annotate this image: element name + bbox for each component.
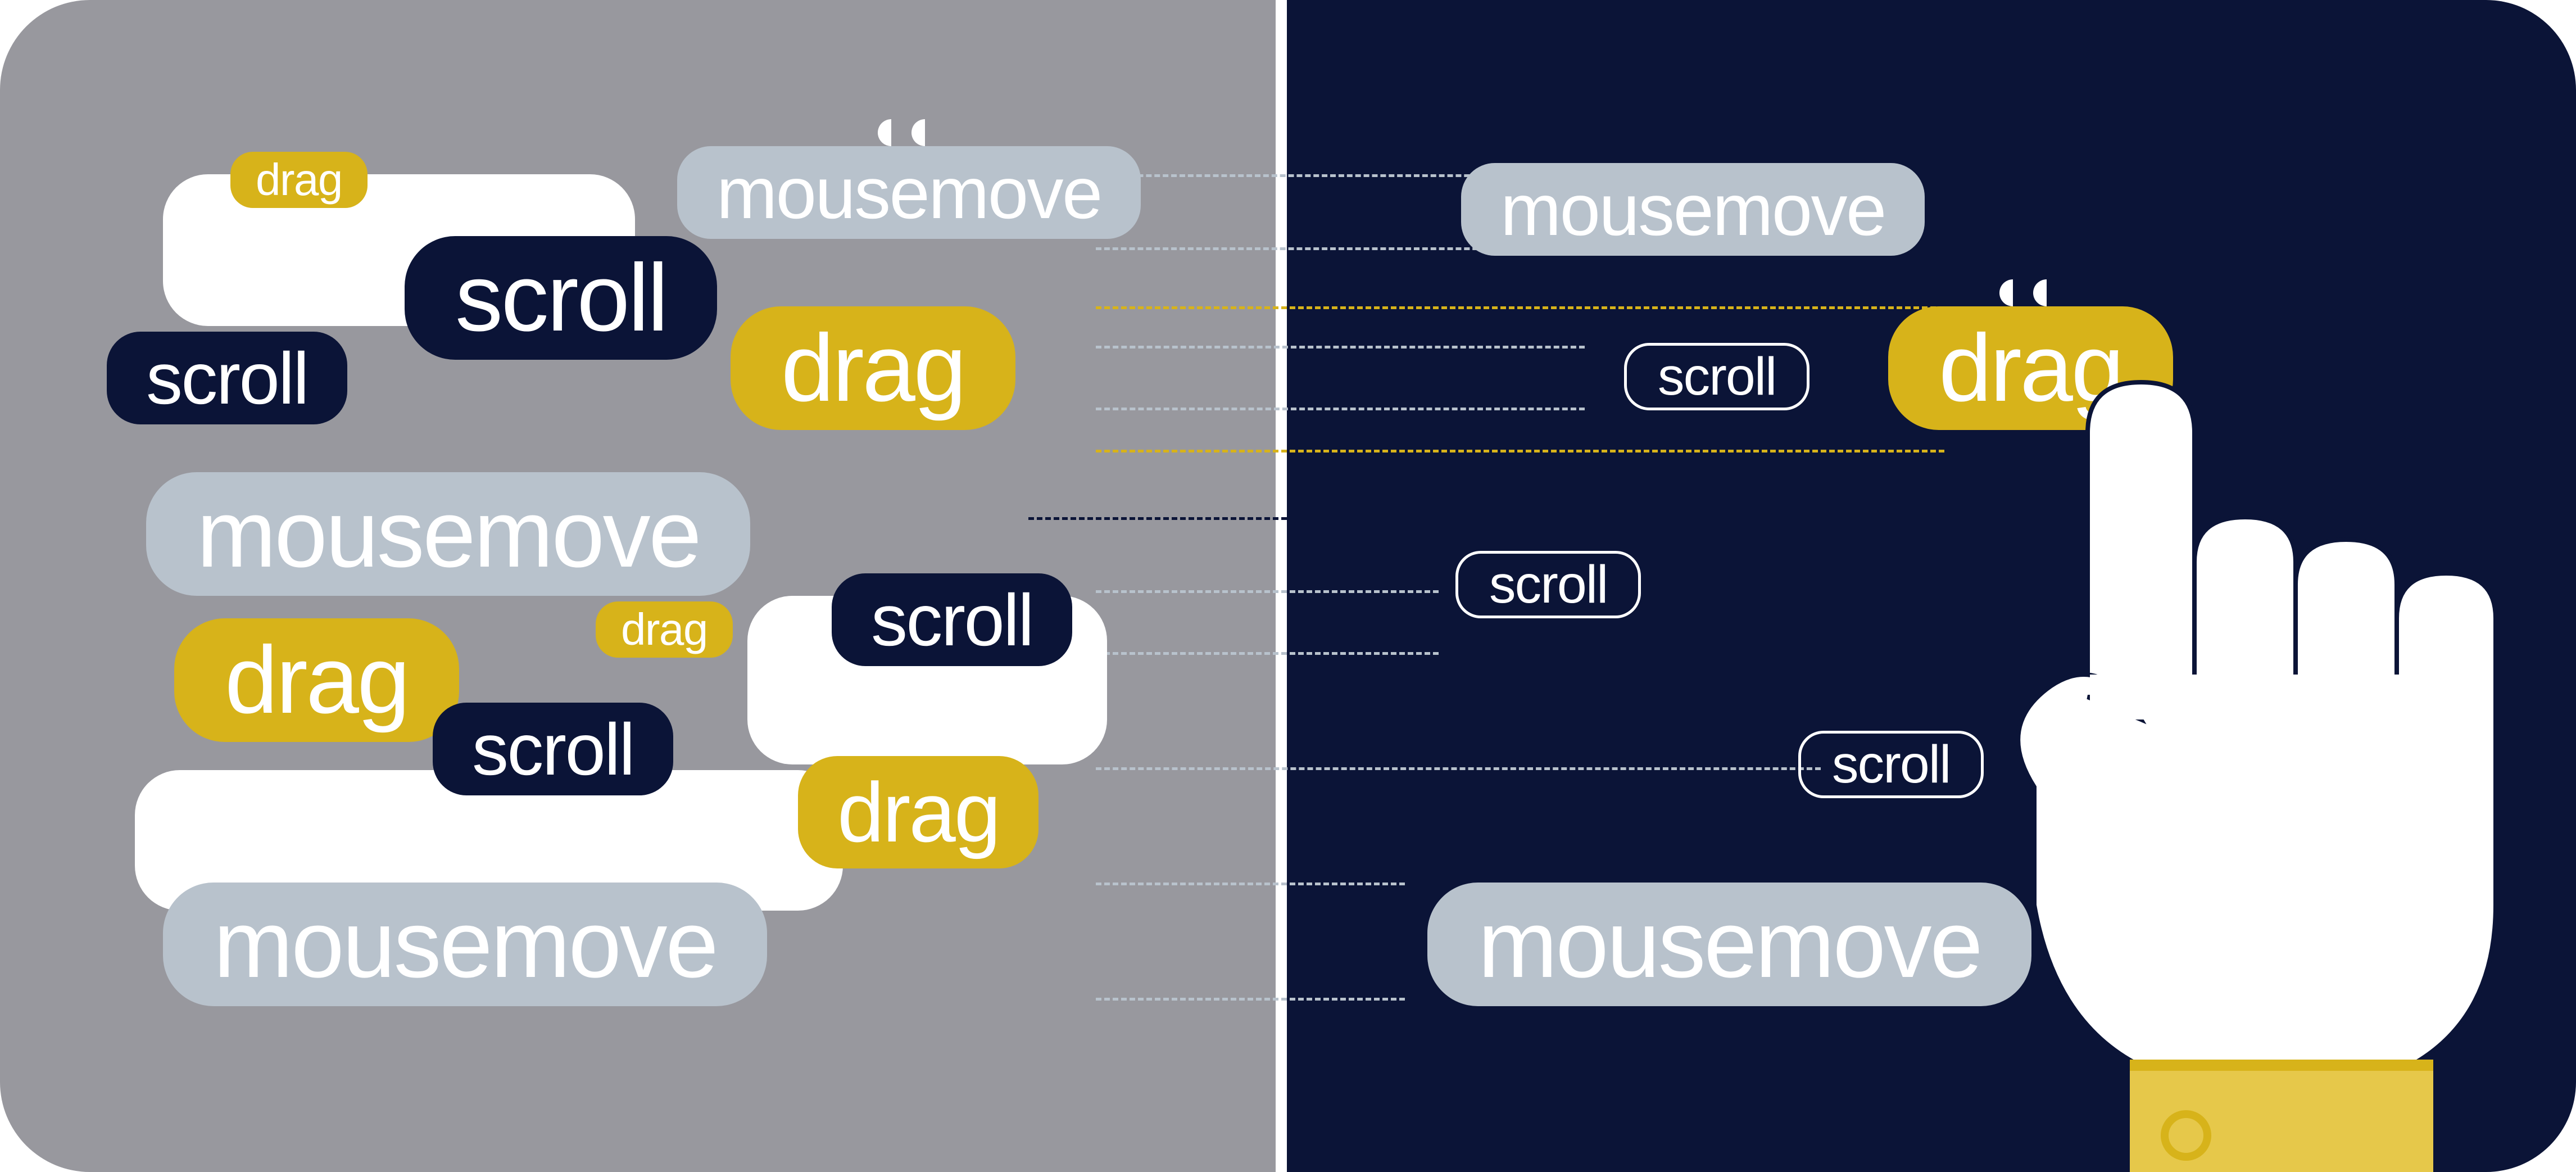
- event-label: scroll: [1658, 350, 1776, 404]
- event-mousemove[interactable]: mousemove: [1461, 163, 1925, 256]
- dots-icon: [878, 119, 940, 150]
- event-label: mousemove: [197, 486, 700, 582]
- connector-line: [1096, 590, 1439, 593]
- connector-line: [1096, 306, 1944, 309]
- event-drag[interactable]: drag: [174, 618, 459, 742]
- event-label: drag: [621, 607, 708, 652]
- event-mousemove[interactable]: mousemove: [146, 472, 750, 596]
- event-label: scroll: [1832, 738, 1950, 791]
- event-label: mousemove: [1500, 173, 1885, 246]
- event-label: drag: [256, 157, 342, 202]
- event-mousemove[interactable]: mousemove: [163, 883, 767, 1006]
- event-label: drag: [837, 770, 999, 854]
- event-scroll[interactable]: scroll: [433, 703, 673, 795]
- event-scroll[interactable]: scroll: [1455, 551, 1641, 618]
- event-mousemove[interactable]: mousemove: [1427, 883, 2031, 1006]
- event-scroll[interactable]: scroll: [405, 236, 717, 360]
- event-drag[interactable]: drag: [596, 601, 733, 658]
- event-mousemove[interactable]: mousemove: [677, 146, 1141, 239]
- event-scroll[interactable]: scroll: [1624, 343, 1809, 410]
- connector-line: [1096, 998, 1405, 1001]
- connector-line: [1096, 346, 1585, 349]
- connector-line: [1028, 517, 1371, 520]
- hand-cursor-icon: [1961, 382, 2557, 1158]
- event-label: drag: [225, 632, 409, 728]
- event-scroll[interactable]: scroll: [832, 573, 1072, 666]
- event-scroll[interactable]: scroll: [1798, 731, 1984, 798]
- event-drag[interactable]: drag: [731, 306, 1015, 430]
- event-drag[interactable]: drag: [230, 152, 368, 208]
- event-label: scroll: [472, 713, 634, 786]
- event-label: scroll: [455, 250, 666, 346]
- connector-line: [1096, 767, 1821, 770]
- event-label: scroll: [146, 342, 308, 415]
- connector-line: [1096, 174, 1495, 177]
- dots-icon: [1999, 279, 2061, 310]
- event-label: drag: [781, 320, 965, 416]
- event-label: scroll: [871, 583, 1033, 657]
- event-label: mousemove: [716, 156, 1101, 229]
- event-label: mousemove: [1478, 897, 1981, 992]
- connector-line: [1096, 408, 1585, 410]
- event-scroll[interactable]: scroll: [107, 332, 347, 424]
- connector-line: [1096, 450, 1944, 452]
- connector-line: [1096, 652, 1439, 655]
- event-drag[interactable]: drag: [798, 756, 1038, 868]
- connector-line: [1096, 247, 1495, 250]
- event-label: scroll: [1489, 558, 1607, 612]
- event-label: mousemove: [214, 897, 716, 992]
- connector-line: [1096, 883, 1405, 885]
